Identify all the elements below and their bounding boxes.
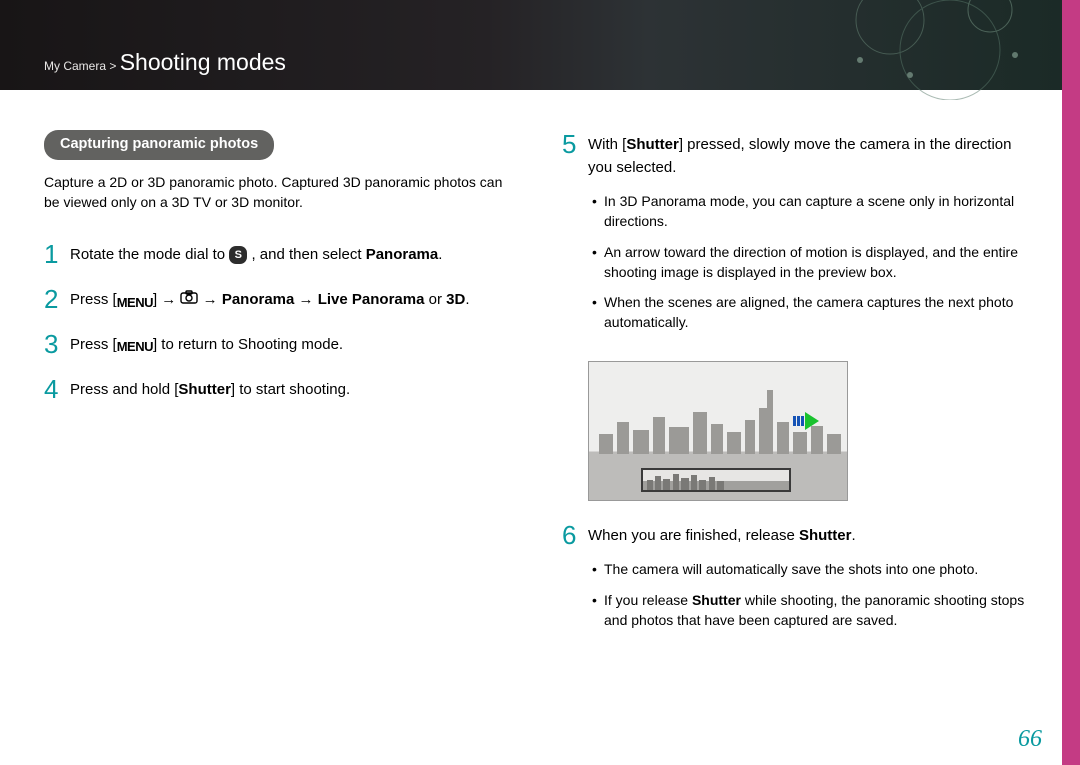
step-5: 5 With [Shutter] pressed, slowly move th…: [562, 130, 1036, 343]
intro-text: Capture a 2D or 3D panoramic photo. Capt…: [44, 172, 518, 213]
step-body: When you are finished, release Shutter. …: [588, 521, 1036, 640]
panorama-illustration: [588, 361, 848, 501]
step-body: Press [MENU] to return to Shooting mode.: [70, 330, 518, 357]
step-number: 4: [44, 376, 70, 402]
side-tab: [1062, 0, 1080, 765]
bullet: When the scenes are aligned, the camera …: [588, 292, 1036, 333]
menu-icon: MENU: [117, 293, 153, 313]
menu-icon: MENU: [117, 337, 153, 357]
step-6-bullets: The camera will automatically save the s…: [588, 559, 1036, 630]
step-number: 2: [44, 286, 70, 312]
step-body: Press and hold [Shutter] to start shooti…: [70, 375, 518, 402]
step-5-bullets: In 3D Panorama mode, you can capture a s…: [588, 191, 1036, 333]
page-header: My Camera > Shooting modes: [0, 0, 1080, 90]
breadcrumb: My Camera > Shooting modes: [44, 49, 286, 76]
step-4: 4 Press and hold [Shutter] to start shoo…: [44, 375, 518, 402]
step-3: 3 Press [MENU] to return to Shooting mod…: [44, 330, 518, 357]
bullet: The camera will automatically save the s…: [588, 559, 1036, 579]
bullet: If you release Shutter while shooting, t…: [588, 590, 1036, 631]
page-title: Shooting modes: [120, 49, 286, 75]
bullet: In 3D Panorama mode, you can capture a s…: [588, 191, 1036, 232]
step-number: 5: [562, 131, 588, 343]
section-pill: Capturing panoramic photos: [44, 130, 274, 160]
preview-skyline-icon: [643, 470, 793, 494]
step-body: Rotate the mode dial to S , and then sel…: [70, 240, 518, 267]
step-number: 1: [44, 241, 70, 267]
step-2: 2 Press [MENU] → → Panorama → Live Panor…: [44, 285, 518, 312]
step-number: 6: [562, 522, 588, 640]
page-content: Capturing panoramic photos Capture a 2D …: [0, 90, 1080, 658]
step-1: 1 Rotate the mode dial to S , and then s…: [44, 240, 518, 267]
bullet: An arrow toward the direction of motion …: [588, 242, 1036, 283]
scene-dial-icon: S: [229, 246, 247, 264]
direction-arrow-icon: [793, 412, 819, 430]
decorative-circles: [770, 0, 1050, 100]
step-number: 3: [44, 331, 70, 357]
step-6: 6 When you are finished, release Shutter…: [562, 521, 1036, 640]
preview-box: [641, 468, 791, 492]
page-number: 66: [1018, 726, 1042, 753]
right-column: 5 With [Shutter] pressed, slowly move th…: [562, 130, 1036, 658]
breadcrumb-section: My Camera >: [44, 59, 116, 73]
step-body: With [Shutter] pressed, slowly move the …: [588, 130, 1036, 343]
step-body: Press [MENU] → → Panorama → Live Panoram…: [70, 285, 518, 312]
left-column: Capturing panoramic photos Capture a 2D …: [44, 130, 518, 658]
camera-icon: [180, 289, 198, 312]
